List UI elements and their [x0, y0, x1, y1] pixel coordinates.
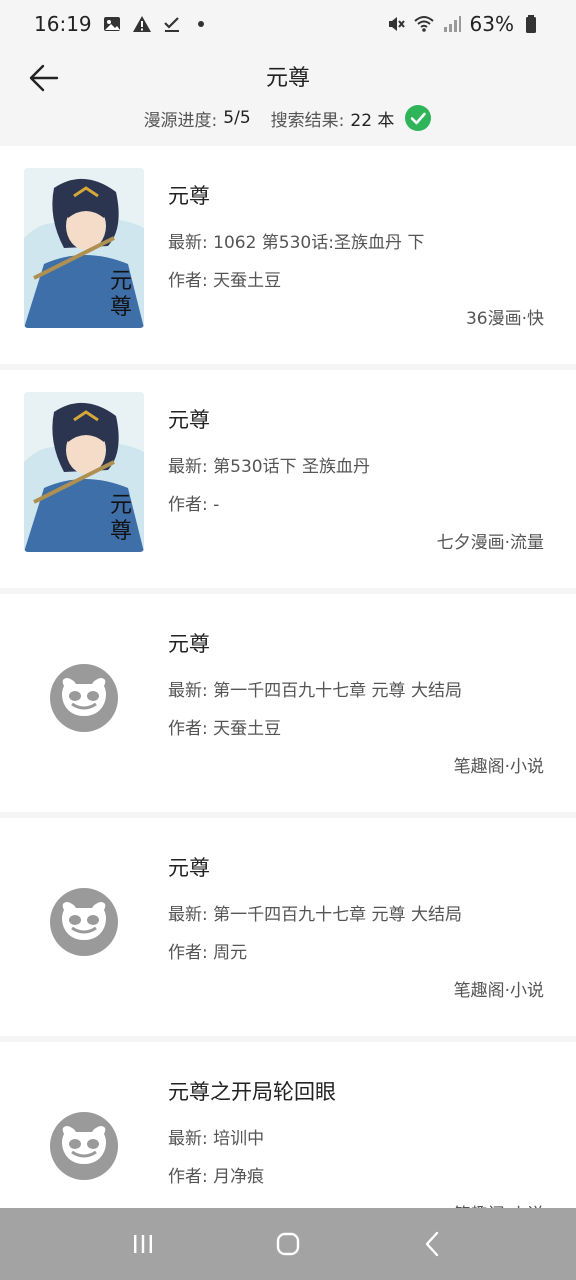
recents-button[interactable]: [113, 1214, 173, 1274]
book-title: 元尊: [168, 184, 210, 208]
placeholder-avatar-icon: [50, 888, 118, 956]
latest-chapter: 最新: 培训中: [168, 1129, 265, 1149]
progress-label: 漫源进度:: [143, 110, 218, 131]
latest-chapter: 最新: 第530话下 圣族血丹: [168, 457, 370, 477]
latest-chapter: 最新: 第一千四百九十七章 元尊 大结局: [168, 681, 462, 701]
notification-dot-icon: [197, 21, 204, 27]
search-results-list: 元 尊 元尊 最新: 1062 第530话:圣族血丹 下 作者: 天蚕土豆 36…: [0, 146, 576, 1266]
status-time: 16:19: [34, 12, 92, 36]
source-tag: 笔趣阁·小说: [453, 757, 544, 777]
manga-cover-image: 元 尊: [24, 168, 144, 328]
author: 作者: -: [168, 495, 220, 515]
warning-icon: [132, 14, 152, 34]
author: 作者: 天蚕土豆: [168, 719, 282, 739]
battery-percent: 63%: [469, 12, 514, 36]
placeholder-avatar-icon: [50, 1112, 118, 1180]
latest-chapter: 最新: 1062 第530话:圣族血丹 下: [168, 233, 425, 253]
progress-value: 5/5: [223, 108, 251, 128]
home-icon: [276, 1232, 300, 1256]
latest-chapter: 最新: 第一千四百九十七章 元尊 大结局: [168, 905, 462, 925]
search-progress-row: 漫源进度: 5/5 搜索结果: 22 本: [0, 104, 576, 132]
results-label: 搜索结果:: [270, 110, 345, 131]
header: 元尊 漫源进度: 5/5 搜索结果: 22 本: [0, 48, 576, 144]
mute-icon: [386, 14, 406, 34]
page-title: 元尊: [265, 66, 310, 91]
placeholder-avatar-icon: [50, 664, 118, 732]
recents-icon: [133, 1235, 152, 1253]
svg-text:元: 元: [110, 493, 132, 518]
status-bar: 16:19 63%: [0, 0, 576, 48]
author: 作者: 月净痕: [168, 1167, 265, 1187]
system-back-button[interactable]: [403, 1214, 463, 1274]
results-count: 22 本: [350, 110, 395, 131]
system-nav-bar: [0, 1208, 576, 1280]
result-card[interactable]: 元 尊 元尊 最新: 1062 第530话:圣族血丹 下 作者: 天蚕土豆 36…: [0, 146, 576, 364]
battery-icon: [522, 14, 542, 34]
wifi-icon: [413, 14, 434, 34]
manga-cover-image: 元 尊: [24, 392, 144, 552]
svg-text:尊: 尊: [110, 295, 132, 320]
book-title: 元尊: [168, 408, 210, 432]
source-tag: 七夕漫画·流量: [436, 533, 544, 553]
book-title: 元尊之开局轮回眼: [168, 1080, 336, 1104]
image-icon: [102, 14, 122, 34]
svg-text:尊: 尊: [110, 519, 132, 544]
task-check-icon: [162, 14, 182, 34]
result-card[interactable]: 元尊 最新: 第一千四百九十七章 元尊 大结局 作者: 天蚕土豆 笔趣阁·小说: [0, 594, 576, 812]
book-title: 元尊: [168, 632, 210, 656]
svg-text:元: 元: [110, 269, 132, 294]
check-circle-icon: [404, 104, 432, 132]
author: 作者: 天蚕土豆: [168, 271, 282, 291]
source-tag: 笔趣阁·小说: [453, 981, 544, 1001]
home-button[interactable]: [258, 1214, 318, 1274]
book-title: 元尊: [168, 856, 210, 880]
back-icon: [426, 1231, 439, 1257]
result-card[interactable]: 元尊 最新: 第一千四百九十七章 元尊 大结局 作者: 周元 笔趣阁·小说: [0, 818, 576, 1036]
result-card[interactable]: 元 尊 元尊 最新: 第530话下 圣族血丹 作者: - 七夕漫画·流量: [0, 370, 576, 588]
author: 作者: 周元: [168, 943, 248, 963]
source-tag: 36漫画·快: [465, 309, 544, 329]
signal-icon: [442, 14, 462, 34]
